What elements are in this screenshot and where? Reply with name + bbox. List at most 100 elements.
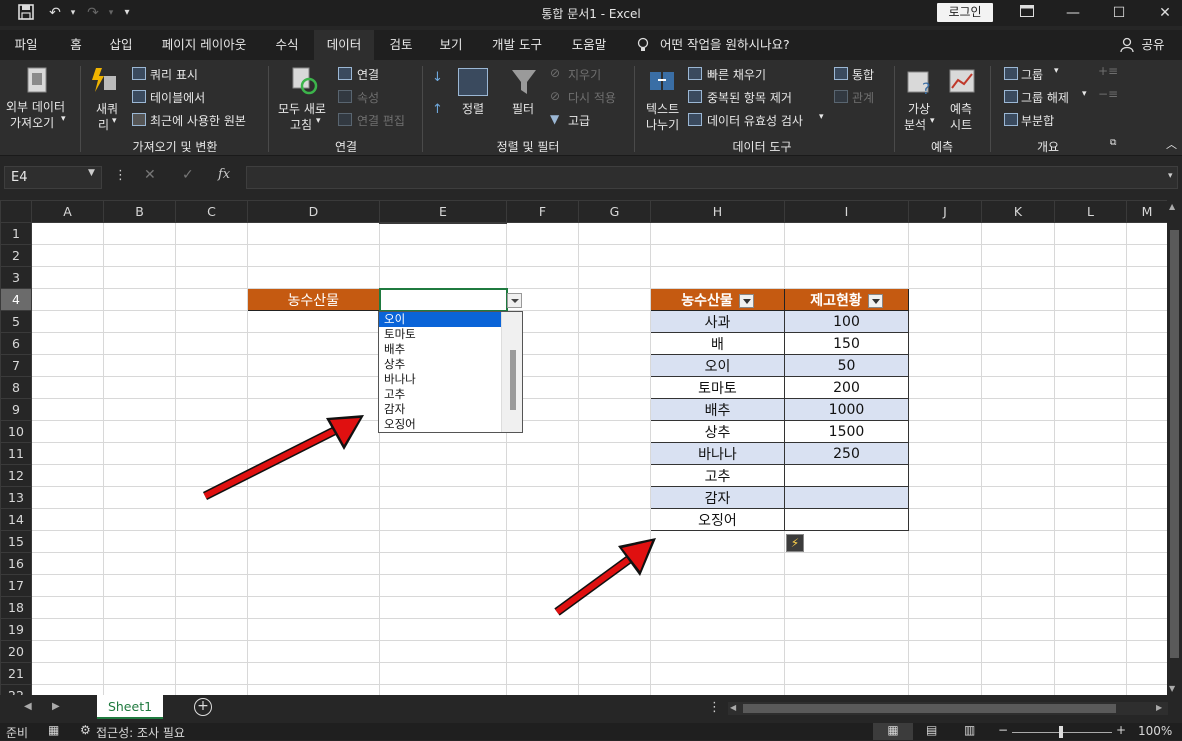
cell-C1[interactable] [175, 222, 248, 245]
cell-A20[interactable] [31, 640, 104, 663]
cell-A17[interactable] [31, 574, 104, 597]
cell-M3[interactable] [1126, 266, 1167, 289]
cell-G14[interactable] [578, 508, 651, 531]
data-validation-button[interactable]: 데이터 유효성 검사 [707, 112, 803, 129]
enter-icon[interactable]: ✓ [182, 167, 194, 183]
collapse-ribbon-icon[interactable]: ︿ [1166, 136, 1177, 152]
share-button[interactable]: 공유 [1136, 30, 1170, 60]
cell-A3[interactable] [31, 266, 104, 289]
table-cell-name[interactable]: 사과 [650, 310, 785, 333]
cell-D22[interactable] [247, 684, 380, 695]
tab-file[interactable]: 파일 [6, 30, 46, 60]
table-cell-stock[interactable]: 250 [784, 442, 909, 465]
table-cell-stock[interactable]: 50 [784, 354, 909, 377]
sort-icon[interactable] [458, 68, 488, 96]
cell-E12[interactable] [379, 464, 507, 487]
cell-D1[interactable] [247, 222, 380, 245]
cell-F1[interactable] [506, 222, 579, 245]
cell-G2[interactable] [578, 244, 651, 267]
tab-review[interactable]: 검토 [380, 30, 422, 60]
cell-B1[interactable] [103, 222, 176, 245]
refresh-all-icon[interactable] [290, 66, 318, 96]
validation-dropdown-list[interactable]: 오이 토마토 배추 상추 바나나 고추 감자 오징어 [378, 311, 523, 433]
cell-J22[interactable] [908, 684, 982, 695]
cell-J2[interactable] [908, 244, 982, 267]
cell-K13[interactable] [981, 486, 1055, 509]
tab-formulas[interactable]: 수식 [266, 30, 308, 60]
cell-K5[interactable] [981, 310, 1055, 333]
column-header-f[interactable]: F [506, 200, 579, 223]
cell-C17[interactable] [175, 574, 248, 597]
new-query-icon[interactable] [90, 66, 118, 96]
cell-G11[interactable] [578, 442, 651, 465]
clear-button[interactable]: 지우기 [568, 66, 601, 83]
cell-L9[interactable] [1054, 398, 1127, 421]
dropdown-item[interactable]: 배추 [379, 342, 501, 357]
cell-G15[interactable] [578, 530, 651, 553]
cell-L14[interactable] [1054, 508, 1127, 531]
cell-J17[interactable] [908, 574, 982, 597]
sheet-tab-sheet1[interactable]: Sheet1 [97, 695, 163, 719]
column-header-l[interactable]: L [1054, 200, 1127, 223]
cell-F22[interactable] [506, 684, 579, 695]
cell-M21[interactable] [1126, 662, 1167, 685]
cell-C16[interactable] [175, 552, 248, 575]
cell-J16[interactable] [908, 552, 982, 575]
cell-J9[interactable] [908, 398, 982, 421]
cell-A15[interactable] [31, 530, 104, 553]
cell-L5[interactable] [1054, 310, 1127, 333]
row-header-12[interactable]: 12 [0, 464, 32, 487]
cell-A9[interactable] [31, 398, 104, 421]
cell-G3[interactable] [578, 266, 651, 289]
column-header-c[interactable]: C [175, 200, 248, 223]
cell-L8[interactable] [1054, 376, 1127, 399]
cell-B13[interactable] [103, 486, 176, 509]
cell-B20[interactable] [103, 640, 176, 663]
cell-D20[interactable] [247, 640, 380, 663]
dropdown-item[interactable]: 오징어 [379, 417, 501, 432]
cell-H19[interactable] [650, 618, 785, 641]
cell-K19[interactable] [981, 618, 1055, 641]
cell-D6[interactable] [247, 332, 380, 355]
dropdown-item[interactable]: 바나나 [379, 372, 501, 387]
what-if-label-2[interactable]: 분석 [904, 116, 926, 133]
cell-I22[interactable] [784, 684, 909, 695]
horizontal-scrollbar[interactable]: ◀ ▶ [728, 702, 1168, 715]
table-cell-name[interactable]: 감자 [650, 486, 785, 509]
column-header-h[interactable]: H [650, 200, 785, 223]
chevron-down-icon[interactable]: ▾ [930, 116, 935, 126]
zoom-in-icon[interactable]: + [1116, 723, 1126, 737]
cell-C11[interactable] [175, 442, 248, 465]
cell-K12[interactable] [981, 464, 1055, 487]
remove-duplicates-button[interactable]: 중복된 항목 제거 [707, 89, 792, 106]
cell-A21[interactable] [31, 662, 104, 685]
row-header-22[interactable]: 22 [0, 684, 32, 695]
cell-A8[interactable] [31, 376, 104, 399]
chevron-down-icon[interactable]: ▾ [819, 112, 824, 122]
cell-C21[interactable] [175, 662, 248, 685]
cell-J1[interactable] [908, 222, 982, 245]
cell-F12[interactable] [506, 464, 579, 487]
show-queries-button[interactable]: 쿼리 표시 [150, 66, 198, 83]
get-external-data-label-1[interactable]: 외부 데이터 [6, 98, 65, 115]
cell-E20[interactable] [379, 640, 507, 663]
new-query-label-2[interactable]: 리 [98, 116, 109, 133]
filter-dropdown-icon[interactable] [867, 293, 883, 308]
row-header-19[interactable]: 19 [0, 618, 32, 641]
column-header-g[interactable]: G [578, 200, 651, 223]
cell-G10[interactable] [578, 420, 651, 443]
accessibility-icon[interactable]: ⚙ [80, 723, 91, 737]
cell-C19[interactable] [175, 618, 248, 641]
cancel-icon[interactable]: ✕ [144, 167, 156, 183]
table-cell-name[interactable]: 상추 [650, 420, 785, 443]
tab-data[interactable]: 데이터 [314, 30, 374, 60]
cell-K8[interactable] [981, 376, 1055, 399]
tab-home[interactable]: 홈 [60, 30, 92, 60]
cell-B14[interactable] [103, 508, 176, 531]
cell-J3[interactable] [908, 266, 982, 289]
row-header-8[interactable]: 8 [0, 376, 32, 399]
row-header-14[interactable]: 14 [0, 508, 32, 531]
cell-F19[interactable] [506, 618, 579, 641]
cell-F16[interactable] [506, 552, 579, 575]
insert-function-icon[interactable]: fx [218, 167, 230, 182]
